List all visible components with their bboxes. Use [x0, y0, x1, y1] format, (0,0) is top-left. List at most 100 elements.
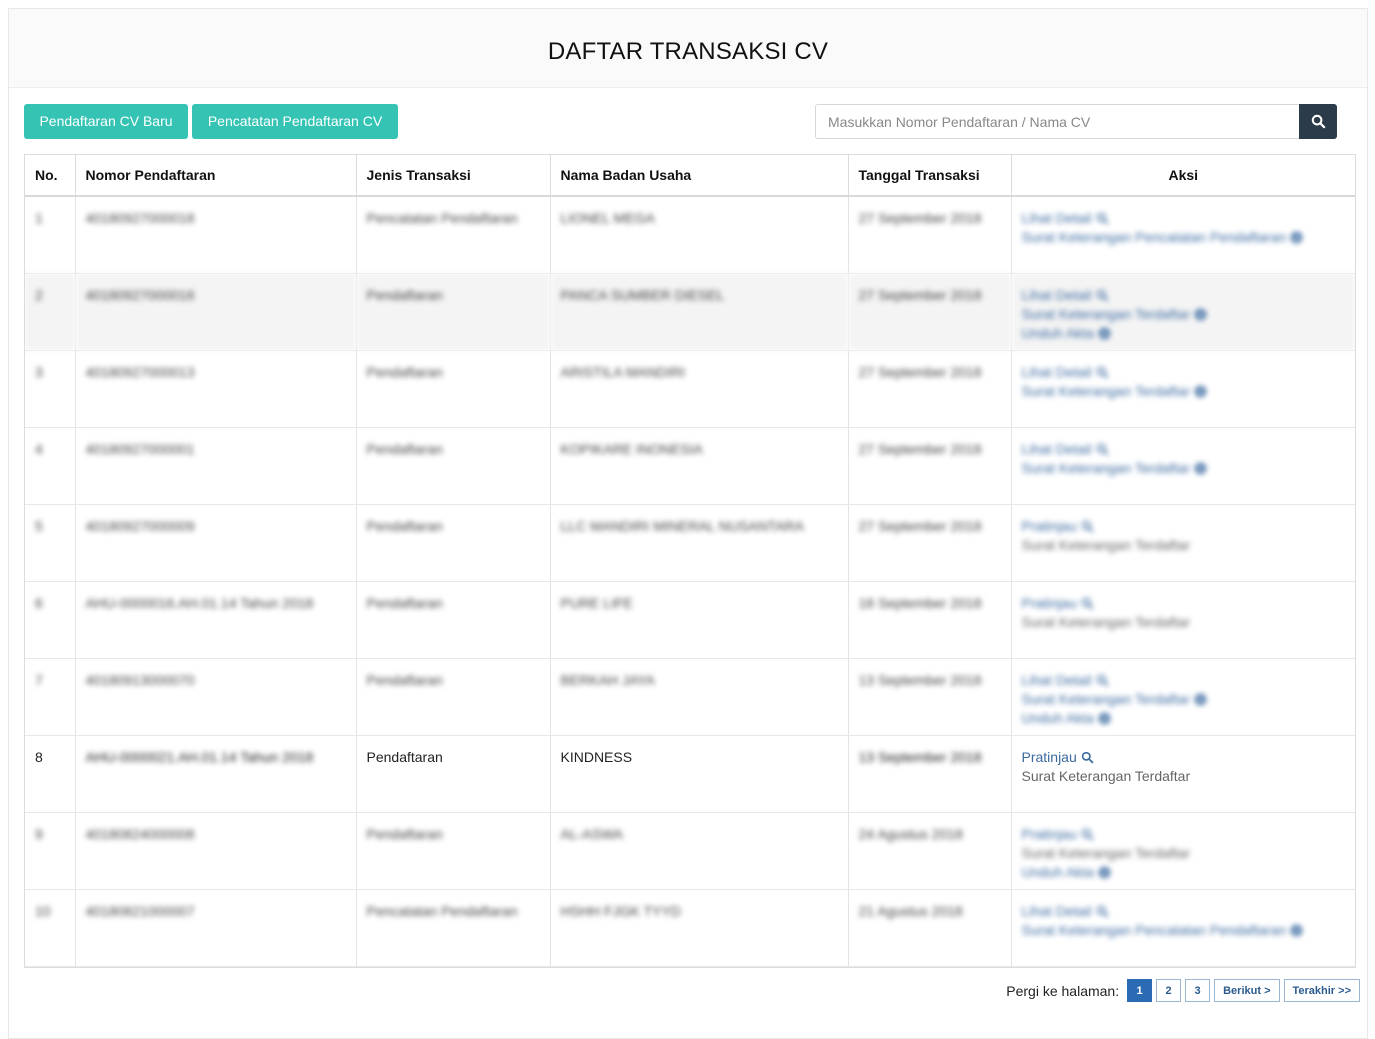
- cell-registration-number: 40180927000018: [75, 196, 357, 274]
- cell-transaction-type: Pendaftaran: [356, 427, 551, 505]
- download-icon: [1098, 327, 1111, 339]
- action-link[interactable]: Unduh Akta: [1022, 863, 1111, 882]
- action-link[interactable]: Lihat Detail: [1022, 902, 1109, 921]
- action-link[interactable]: Lihat Detail: [1022, 671, 1109, 690]
- search-icon: [1311, 114, 1325, 129]
- action-label: Surat Keterangan Terdaftar: [1021, 382, 1191, 399]
- table-row: 7 40180913000070 Pendaftaran BERKAH JAYA 13 …: [25, 658, 1355, 736]
- action-link[interactable]: Surat Keterangan Terdaftar: [1022, 382, 1208, 401]
- search-icon: [1081, 520, 1094, 532]
- action-link[interactable]: Unduh Akta: [1022, 709, 1111, 728]
- cell-actions: Lihat Detail Surat Keterangan Terdaftar: [1011, 350, 1355, 428]
- action-text: Surat Keterangan Terdaftar: [1022, 537, 1191, 553]
- action-label: Surat Keterangan Terdaftar: [1021, 536, 1191, 553]
- cell-registration-number: 40180927000009: [75, 504, 357, 582]
- action-link[interactable]: Lihat Detail: [1022, 363, 1109, 382]
- cell-business-name: PANCA SUMBER DIESEL: [550, 273, 849, 351]
- action-link[interactable]: Pratinjau: [1022, 594, 1094, 613]
- action-label: Lihat Detail: [1021, 286, 1092, 303]
- table-row: 8 AHU-0000021.AH.01.14 Tahun 2018 Pendafta…: [25, 735, 1355, 813]
- cell-transaction-date: 18 September 2018: [848, 581, 1012, 659]
- action-link[interactable]: Pratinjau: [1022, 825, 1094, 844]
- action-link[interactable]: Pratinjau: [1022, 517, 1094, 536]
- action-link[interactable]: Surat Keterangan Terdaftar: [1022, 459, 1208, 478]
- table-row: 10 40180821000007 Pencatatan Pendaftaran HS…: [25, 889, 1355, 967]
- cell-transaction-date: 27 September 2018: [848, 196, 1012, 274]
- action-link[interactable]: Surat Keterangan Terdaftar: [1022, 690, 1208, 709]
- action-label: Surat Keterangan Terdaftar: [1021, 613, 1191, 630]
- cell-no: 10: [25, 889, 76, 967]
- next-page-button[interactable]: Berikut >: [1214, 979, 1280, 1002]
- search-icon: [1096, 443, 1108, 455]
- cell-transaction-date: 24 Agustus 2018: [848, 812, 1012, 890]
- search-icon: [1096, 674, 1108, 686]
- header-business-name: Nama Badan Usaha: [550, 155, 849, 197]
- search-button[interactable]: [1299, 104, 1337, 139]
- action-label: Lihat Detail: [1021, 440, 1092, 457]
- cell-no: 3: [25, 350, 76, 428]
- cell-transaction-date: 21 Agustus 2018: [848, 889, 1012, 967]
- cell-registration-number: AHU-0000016.AH.01.14 Tahun 2018: [75, 581, 357, 659]
- cell-transaction-date: 13 September 2018: [848, 735, 1012, 813]
- cell-transaction-type: Pendaftaran: [356, 581, 551, 659]
- cell-business-name: PURE LIFE: [550, 581, 849, 659]
- cell-transaction-type: Pencatatan Pendaftaran: [356, 889, 551, 967]
- cell-business-name: AL-ASWA: [550, 812, 849, 890]
- toolbar: Pendaftaran CV Baru Pencatatan Pendaftar…: [24, 104, 1352, 140]
- page-2-button[interactable]: 2: [1156, 979, 1182, 1002]
- cell-business-name: KOPIKARE INONESIA: [550, 427, 849, 505]
- search-icon: [1081, 751, 1094, 763]
- cell-business-name: HSHH FJGK TYYD: [550, 889, 849, 967]
- action-link[interactable]: Lihat Detail: [1022, 440, 1109, 459]
- cell-transaction-type: Pendaftaran: [356, 658, 551, 736]
- cell-actions: Pratinjau Surat Keterangan Terdaftar: [1011, 581, 1355, 659]
- action-label: Lihat Detail: [1021, 363, 1092, 380]
- action-label: Unduh Akta: [1021, 709, 1094, 726]
- search-input[interactable]: [815, 104, 1299, 139]
- page-3-button[interactable]: 3: [1185, 979, 1211, 1002]
- action-label: Unduh Akta: [1021, 324, 1094, 341]
- action-link[interactable]: Surat Keterangan Terdaftar: [1022, 305, 1208, 324]
- cell-business-name: BERKAH JAYA: [550, 658, 849, 736]
- table-row: 4 40180927000001 Pendaftaran KOPIKARE INONE…: [25, 427, 1355, 505]
- action-label: Surat Keterangan Terdaftar: [1021, 459, 1191, 476]
- record-registration-button[interactable]: Pencatatan Pendaftaran CV: [192, 104, 398, 139]
- cell-transaction-type: Pencatatan Pendaftaran: [356, 196, 551, 274]
- action-label: Surat Keterangan Pencatatan Pendaftaran: [1021, 921, 1287, 938]
- cell-actions: Lihat Detail Surat Keterangan Pencatatan …: [1011, 889, 1355, 967]
- action-label: Pratinjau: [1021, 748, 1077, 765]
- cell-actions: Lihat Detail Surat Keterangan Terdaftar Un…: [1011, 273, 1355, 351]
- search-icon: [1096, 212, 1108, 225]
- table-header-row: No. Nomor Pendaftaran Jenis Transaksi Na…: [25, 155, 1355, 197]
- transactions-table: No. Nomor Pendaftaran Jenis Transaksi Na…: [24, 154, 1356, 968]
- action-link[interactable]: Surat Keterangan Pencatatan Pendaftaran: [1022, 228, 1304, 247]
- cell-transaction-type: Pendaftaran: [356, 273, 551, 351]
- action-link[interactable]: Lihat Detail: [1022, 286, 1109, 305]
- last-page-button[interactable]: Terakhir >>: [1283, 979, 1360, 1002]
- action-label: Pratinjau: [1021, 825, 1077, 842]
- cell-transaction-date: 27 September 2018: [848, 273, 1012, 351]
- search-icon: [1096, 289, 1108, 301]
- action-label: Pratinjau: [1021, 517, 1077, 534]
- action-link[interactable]: Pratinjau: [1022, 748, 1094, 767]
- cell-transaction-type: Pendaftaran: [356, 350, 551, 428]
- new-registration-button[interactable]: Pendaftaran CV Baru: [24, 104, 188, 139]
- page-1-button[interactable]: 1: [1127, 979, 1153, 1002]
- action-link[interactable]: Lihat Detail: [1022, 209, 1109, 228]
- cell-no: 2: [25, 273, 76, 351]
- header-transaction-type: Jenis Transaksi: [356, 155, 551, 197]
- download-icon: [1098, 712, 1111, 724]
- cell-transaction-date: 27 September 2018: [848, 350, 1012, 428]
- cell-actions: Pratinjau Surat Keterangan Terdaftar Unduh…: [1011, 812, 1355, 890]
- cell-registration-number: 40180927000001: [75, 427, 357, 505]
- header-actions: Aksi: [1011, 155, 1355, 197]
- cell-registration-number: 40180913000070: [75, 658, 357, 736]
- cell-actions: Lihat Detail Surat Keterangan Pencatatan …: [1011, 196, 1355, 274]
- search-icon: [1081, 828, 1094, 840]
- cell-registration-number: AHU-0000021.AH.01.14 Tahun 2018: [75, 735, 357, 813]
- cell-transaction-date: 27 September 2018: [848, 427, 1012, 505]
- action-link[interactable]: Surat Keterangan Pencatatan Pendaftaran: [1022, 921, 1304, 940]
- action-label: Surat Keterangan Terdaftar: [1021, 767, 1191, 784]
- action-link[interactable]: Unduh Akta: [1022, 324, 1111, 343]
- download-icon: [1290, 231, 1303, 244]
